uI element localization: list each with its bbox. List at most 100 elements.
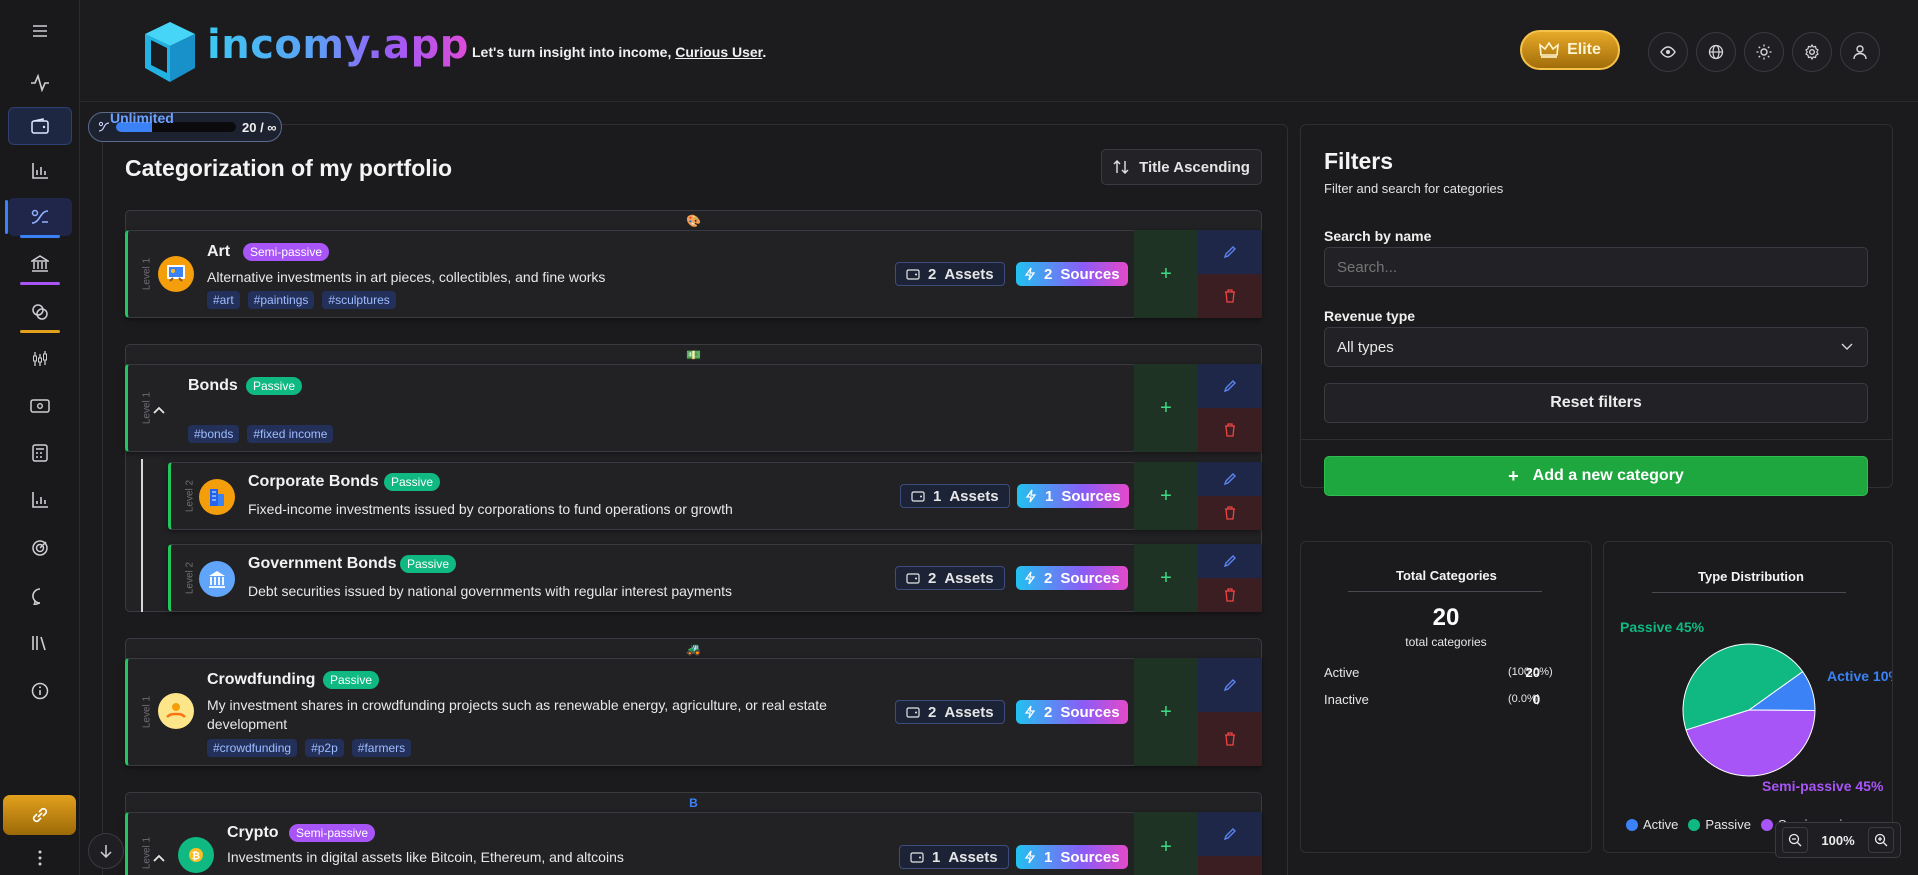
add-subcategory-button[interactable]: + (1134, 230, 1198, 318)
bank-icon[interactable] (8, 245, 72, 285)
plus-icon: + (1508, 465, 1519, 486)
category-card-government-bonds[interactable]: Level 2 Government Bonds Passive Debt se… (168, 544, 1262, 612)
edit-button[interactable] (1198, 658, 1262, 712)
theme-toggle-button[interactable] (1744, 32, 1784, 72)
visibility-toggle-button[interactable] (1648, 32, 1688, 72)
sources-count-pill[interactable]: 1 Sources (1016, 845, 1128, 869)
bar-chart-icon[interactable] (8, 152, 72, 190)
profile-button[interactable] (1840, 32, 1880, 72)
delete-button[interactable] (1198, 274, 1262, 318)
target-icon[interactable] (8, 529, 72, 567)
elite-button[interactable]: Elite (1520, 30, 1620, 70)
tag[interactable]: #p2p (305, 739, 344, 757)
edit-button[interactable] (1198, 812, 1262, 856)
library-icon[interactable] (8, 624, 72, 662)
edit-button[interactable] (1198, 364, 1262, 408)
search-input[interactable] (1324, 247, 1868, 287)
lightning-icon (1024, 705, 1036, 719)
revenue-type-select[interactable]: All types (1324, 327, 1868, 367)
add-subcategory-button[interactable]: + (1134, 658, 1198, 766)
sources-count-pill[interactable]: 2 Sources (1016, 262, 1128, 286)
revenue-type-badge: Passive (384, 473, 441, 491)
category-description: Fixed-income investments issued by corpo… (248, 501, 733, 517)
tag[interactable]: #art (207, 291, 240, 309)
settings-button[interactable] (1792, 32, 1832, 72)
calculator-icon[interactable] (8, 434, 72, 472)
assets-count-pill[interactable]: 2 Assets (895, 566, 1005, 590)
delete-button[interactable] (1198, 856, 1262, 875)
category-card-crypto[interactable]: Level 1 ₿ Crypto Semi-passive Investment… (125, 812, 1262, 875)
category-card-crowdfunding[interactable]: Level 1 Crowdfunding Passive My investme… (125, 658, 1262, 766)
add-subcategory-button[interactable]: + (1134, 462, 1198, 530)
divider (1300, 439, 1893, 440)
category-card-corporate-bonds[interactable]: Level 2 Corporate Bonds Passive Fixed-in… (168, 462, 1262, 530)
delete-button[interactable] (1198, 496, 1262, 530)
sort-button[interactable]: Title Ascending (1101, 149, 1262, 185)
info-icon[interactable] (8, 672, 72, 710)
wallet-icon[interactable] (8, 107, 72, 145)
category-limit-badge[interactable]: Unlimited 20 / ∞ (88, 110, 282, 142)
wallet-icon (911, 491, 925, 502)
globe-icon (1708, 44, 1724, 60)
pencil-icon (1223, 246, 1236, 259)
delete-button[interactable] (1198, 408, 1262, 452)
sources-count-pill[interactable]: 2 Sources (1016, 700, 1128, 724)
add-subcategory-button[interactable]: + (1134, 544, 1198, 612)
category-description: Debt securities issued by national gover… (248, 583, 733, 599)
user-name-link[interactable]: Curious User (675, 44, 762, 60)
scroll-down-button[interactable] (88, 833, 124, 869)
assets-count-pill[interactable]: 1 Assets (899, 845, 1009, 869)
edit-button[interactable] (1198, 462, 1262, 496)
activity-icon[interactable] (8, 64, 72, 102)
category-card-bonds[interactable]: Level 1 Bonds Passive #bonds #fixed inco… (125, 364, 1262, 452)
chat-icon[interactable] (8, 577, 72, 615)
logo-cube-icon[interactable] (143, 20, 197, 84)
crown-icon (1539, 42, 1560, 58)
zoom-in-button[interactable] (1868, 827, 1894, 853)
candlestick-icon[interactable] (8, 340, 72, 378)
sources-count-pill[interactable]: 2 Sources (1016, 566, 1128, 590)
delete-button[interactable] (1198, 578, 1262, 612)
analytics-icon[interactable] (8, 481, 72, 519)
tag[interactable]: #sculptures (322, 291, 396, 309)
chevron-up-icon[interactable] (152, 405, 166, 415)
more-vertical-icon[interactable] (8, 839, 72, 875)
reset-filters-button[interactable]: Reset filters (1324, 383, 1868, 423)
wallet-icon (910, 852, 924, 863)
building-icon (199, 479, 235, 515)
tag[interactable]: #paintings (247, 291, 315, 309)
legend-swatch (1626, 818, 1638, 831)
assets-count-pill[interactable]: 2 Assets (895, 262, 1005, 286)
menu-icon[interactable] (8, 12, 72, 50)
category-card-art[interactable]: Level 1 Art Semi-passive Alternative inv… (125, 230, 1262, 318)
tag[interactable]: #farmers (351, 739, 412, 757)
legend-item[interactable]: Active (1626, 817, 1678, 832)
tag[interactable]: #fixed income (247, 425, 334, 443)
add-subcategory-button[interactable]: + (1134, 364, 1198, 452)
tag[interactable]: #bonds (188, 425, 240, 443)
add-subcategory-button[interactable]: + (1134, 812, 1198, 875)
logo-text[interactable]: incomy.app (207, 22, 469, 68)
zoom-level: 100% (1821, 832, 1855, 848)
categories-icon[interactable] (5, 198, 72, 238)
add-category-button[interactable]: + Add a new category (1324, 456, 1868, 496)
sources-count-pill[interactable]: 1 Sources (1017, 484, 1129, 508)
category-title: Art (207, 243, 231, 260)
stat-row-label: Inactive (1324, 692, 1369, 707)
chevron-up-icon[interactable] (152, 853, 166, 863)
edit-button[interactable] (1198, 230, 1262, 274)
cash-icon[interactable] (8, 387, 72, 425)
zoom-out-button[interactable] (1782, 827, 1808, 853)
link-icon[interactable] (3, 795, 76, 835)
delete-button[interactable] (1198, 712, 1262, 766)
coins-icon[interactable] (8, 293, 72, 333)
zoom-in-icon (1874, 833, 1888, 847)
legend-swatch (1688, 818, 1701, 831)
assets-count-pill[interactable]: 1 Assets (900, 484, 1010, 508)
trash-icon (1225, 588, 1235, 602)
tag[interactable]: #crowdfunding (207, 739, 298, 757)
language-button[interactable] (1696, 32, 1736, 72)
assets-count-pill[interactable]: 2 Assets (895, 700, 1005, 724)
edit-button[interactable] (1198, 544, 1262, 578)
legend-item[interactable]: Passive (1688, 817, 1751, 832)
